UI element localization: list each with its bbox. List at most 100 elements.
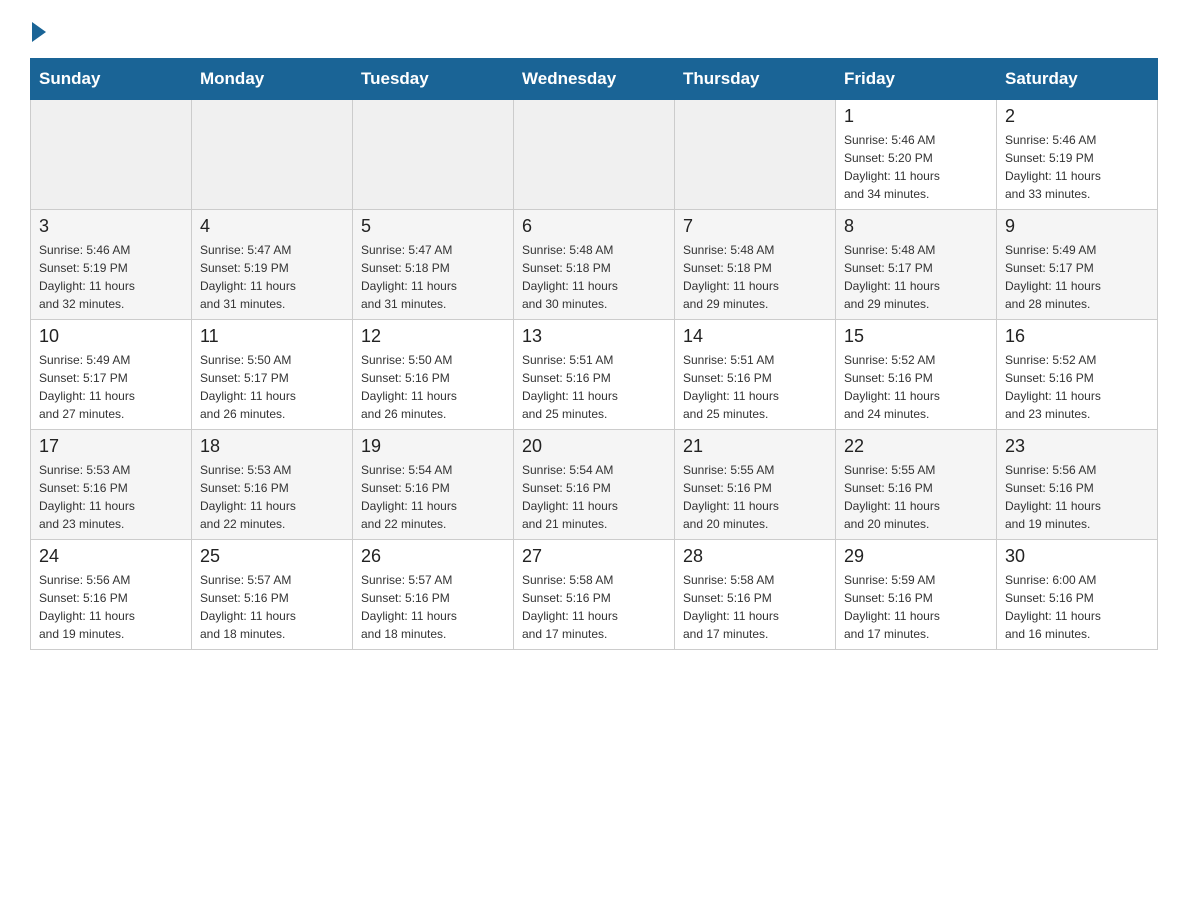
calendar-cell: 22 Sunrise: 5:55 AMSunset: 5:16 PMDayligh… bbox=[836, 430, 997, 540]
calendar-cell: 21 Sunrise: 5:55 AMSunset: 5:16 PMDayligh… bbox=[675, 430, 836, 540]
calendar-cell: 1Sunrise: 5:46 AMSunset: 5:20 PMDaylight… bbox=[836, 100, 997, 210]
day-number: 29 bbox=[844, 546, 988, 567]
day-info: Sunrise: 5:49 AMSunset: 5:17 PMDaylight:… bbox=[39, 351, 183, 423]
day-number: 19 bbox=[361, 436, 505, 457]
day-number: 20 bbox=[522, 436, 666, 457]
calendar-cell: 10 Sunrise: 5:49 AMSunset: 5:17 PMDayligh… bbox=[31, 320, 192, 430]
calendar-cell: 30 Sunrise: 6:00 AMSunset: 5:16 PMDayligh… bbox=[997, 540, 1158, 650]
calendar-header-tuesday: Tuesday bbox=[353, 59, 514, 100]
calendar-cell: 15 Sunrise: 5:52 AMSunset: 5:16 PMDayligh… bbox=[836, 320, 997, 430]
calendar-cell: 11 Sunrise: 5:50 AMSunset: 5:17 PMDayligh… bbox=[192, 320, 353, 430]
day-number: 12 bbox=[361, 326, 505, 347]
day-info: Sunrise: 5:58 AMSunset: 5:16 PMDaylight:… bbox=[683, 571, 827, 643]
day-number: 27 bbox=[522, 546, 666, 567]
calendar-cell: 19 Sunrise: 5:54 AMSunset: 5:16 PMDayligh… bbox=[353, 430, 514, 540]
day-info: Sunrise: 5:46 AMSunset: 5:19 PMDaylight:… bbox=[39, 241, 183, 313]
calendar-cell bbox=[192, 100, 353, 210]
day-info: Sunrise: 5:49 AMSunset: 5:17 PMDaylight:… bbox=[1005, 241, 1149, 313]
day-info: Sunrise: 5:58 AMSunset: 5:16 PMDaylight:… bbox=[522, 571, 666, 643]
day-info: Sunrise: 5:55 AMSunset: 5:16 PMDaylight:… bbox=[844, 461, 988, 533]
day-info: Sunrise: 5:57 AMSunset: 5:16 PMDaylight:… bbox=[361, 571, 505, 643]
week-row-4: 17 Sunrise: 5:53 AMSunset: 5:16 PMDayligh… bbox=[31, 430, 1158, 540]
calendar-cell bbox=[514, 100, 675, 210]
day-info: Sunrise: 5:53 AMSunset: 5:16 PMDaylight:… bbox=[200, 461, 344, 533]
day-number: 2 bbox=[1005, 106, 1149, 127]
day-number: 23 bbox=[1005, 436, 1149, 457]
week-row-1: 1Sunrise: 5:46 AMSunset: 5:20 PMDaylight… bbox=[31, 100, 1158, 210]
day-info: Sunrise: 5:59 AMSunset: 5:16 PMDaylight:… bbox=[844, 571, 988, 643]
day-info: Sunrise: 5:54 AMSunset: 5:16 PMDaylight:… bbox=[361, 461, 505, 533]
calendar-cell bbox=[31, 100, 192, 210]
day-info: Sunrise: 5:56 AMSunset: 5:16 PMDaylight:… bbox=[1005, 461, 1149, 533]
day-info: Sunrise: 5:52 AMSunset: 5:16 PMDaylight:… bbox=[1005, 351, 1149, 423]
calendar-cell: 17 Sunrise: 5:53 AMSunset: 5:16 PMDayligh… bbox=[31, 430, 192, 540]
logo bbox=[30, 20, 46, 38]
day-number: 11 bbox=[200, 326, 344, 347]
calendar-cell: 12 Sunrise: 5:50 AMSunset: 5:16 PMDayligh… bbox=[353, 320, 514, 430]
page-header bbox=[30, 20, 1158, 38]
calendar-cell bbox=[353, 100, 514, 210]
calendar-cell: 9 Sunrise: 5:49 AMSunset: 5:17 PMDaylight… bbox=[997, 210, 1158, 320]
day-number: 17 bbox=[39, 436, 183, 457]
day-number: 9 bbox=[1005, 216, 1149, 237]
calendar-cell: 27 Sunrise: 5:58 AMSunset: 5:16 PMDayligh… bbox=[514, 540, 675, 650]
calendar-cell: 23 Sunrise: 5:56 AMSunset: 5:16 PMDayligh… bbox=[997, 430, 1158, 540]
calendar-header-wednesday: Wednesday bbox=[514, 59, 675, 100]
day-number: 30 bbox=[1005, 546, 1149, 567]
calendar-header-friday: Friday bbox=[836, 59, 997, 100]
day-number: 6 bbox=[522, 216, 666, 237]
day-number: 26 bbox=[361, 546, 505, 567]
day-number: 3 bbox=[39, 216, 183, 237]
day-info: Sunrise: 5:52 AMSunset: 5:16 PMDaylight:… bbox=[844, 351, 988, 423]
day-info: Sunrise: 5:50 AMSunset: 5:17 PMDaylight:… bbox=[200, 351, 344, 423]
day-info: Sunrise: 5:53 AMSunset: 5:16 PMDaylight:… bbox=[39, 461, 183, 533]
calendar-cell: 24Sunrise: 5:56 AMSunset: 5:16 PMDayligh… bbox=[31, 540, 192, 650]
day-info: Sunrise: 5:56 AMSunset: 5:16 PMDaylight:… bbox=[39, 571, 183, 643]
week-row-5: 24Sunrise: 5:56 AMSunset: 5:16 PMDayligh… bbox=[31, 540, 1158, 650]
day-info: Sunrise: 5:48 AMSunset: 5:17 PMDaylight:… bbox=[844, 241, 988, 313]
calendar-cell: 2 Sunrise: 5:46 AMSunset: 5:19 PMDaylight… bbox=[997, 100, 1158, 210]
calendar-header-monday: Monday bbox=[192, 59, 353, 100]
calendar-cell bbox=[675, 100, 836, 210]
day-number: 14 bbox=[683, 326, 827, 347]
calendar-cell: 3 Sunrise: 5:46 AMSunset: 5:19 PMDaylight… bbox=[31, 210, 192, 320]
day-number: 15 bbox=[844, 326, 988, 347]
day-number: 7 bbox=[683, 216, 827, 237]
day-info: Sunrise: 5:50 AMSunset: 5:16 PMDaylight:… bbox=[361, 351, 505, 423]
logo-arrow-icon bbox=[32, 22, 46, 42]
day-info: Sunrise: 5:46 AMSunset: 5:20 PMDaylight:… bbox=[844, 131, 988, 203]
day-number: 10 bbox=[39, 326, 183, 347]
calendar-header-saturday: Saturday bbox=[997, 59, 1158, 100]
calendar-cell: 5Sunrise: 5:47 AMSunset: 5:18 PMDaylight… bbox=[353, 210, 514, 320]
calendar-header-row: SundayMondayTuesdayWednesdayThursdayFrid… bbox=[31, 59, 1158, 100]
week-row-2: 3 Sunrise: 5:46 AMSunset: 5:19 PMDaylight… bbox=[31, 210, 1158, 320]
day-info: Sunrise: 5:57 AMSunset: 5:16 PMDaylight:… bbox=[200, 571, 344, 643]
calendar-cell: 6Sunrise: 5:48 AMSunset: 5:18 PMDaylight… bbox=[514, 210, 675, 320]
day-number: 16 bbox=[1005, 326, 1149, 347]
calendar-cell: 26 Sunrise: 5:57 AMSunset: 5:16 PMDayligh… bbox=[353, 540, 514, 650]
day-info: Sunrise: 5:46 AMSunset: 5:19 PMDaylight:… bbox=[1005, 131, 1149, 203]
calendar-cell: 20 Sunrise: 5:54 AMSunset: 5:16 PMDayligh… bbox=[514, 430, 675, 540]
logo-general-text bbox=[30, 20, 46, 42]
day-info: Sunrise: 6:00 AMSunset: 5:16 PMDaylight:… bbox=[1005, 571, 1149, 643]
day-info: Sunrise: 5:51 AMSunset: 5:16 PMDaylight:… bbox=[683, 351, 827, 423]
calendar-cell: 7 Sunrise: 5:48 AMSunset: 5:18 PMDaylight… bbox=[675, 210, 836, 320]
day-info: Sunrise: 5:54 AMSunset: 5:16 PMDaylight:… bbox=[522, 461, 666, 533]
calendar-cell: 16 Sunrise: 5:52 AMSunset: 5:16 PMDayligh… bbox=[997, 320, 1158, 430]
day-number: 22 bbox=[844, 436, 988, 457]
calendar-cell: 29 Sunrise: 5:59 AMSunset: 5:16 PMDayligh… bbox=[836, 540, 997, 650]
calendar-header-sunday: Sunday bbox=[31, 59, 192, 100]
day-info: Sunrise: 5:55 AMSunset: 5:16 PMDaylight:… bbox=[683, 461, 827, 533]
day-number: 28 bbox=[683, 546, 827, 567]
calendar-cell: 28 Sunrise: 5:58 AMSunset: 5:16 PMDayligh… bbox=[675, 540, 836, 650]
calendar-cell: 8Sunrise: 5:48 AMSunset: 5:17 PMDaylight… bbox=[836, 210, 997, 320]
calendar-table: SundayMondayTuesdayWednesdayThursdayFrid… bbox=[30, 58, 1158, 650]
calendar-cell: 14 Sunrise: 5:51 AMSunset: 5:16 PMDayligh… bbox=[675, 320, 836, 430]
day-number: 21 bbox=[683, 436, 827, 457]
day-info: Sunrise: 5:47 AMSunset: 5:19 PMDaylight:… bbox=[200, 241, 344, 313]
week-row-3: 10 Sunrise: 5:49 AMSunset: 5:17 PMDayligh… bbox=[31, 320, 1158, 430]
day-number: 4 bbox=[200, 216, 344, 237]
day-info: Sunrise: 5:48 AMSunset: 5:18 PMDaylight:… bbox=[683, 241, 827, 313]
day-info: Sunrise: 5:47 AMSunset: 5:18 PMDaylight:… bbox=[361, 241, 505, 313]
calendar-cell: 25Sunrise: 5:57 AMSunset: 5:16 PMDayligh… bbox=[192, 540, 353, 650]
